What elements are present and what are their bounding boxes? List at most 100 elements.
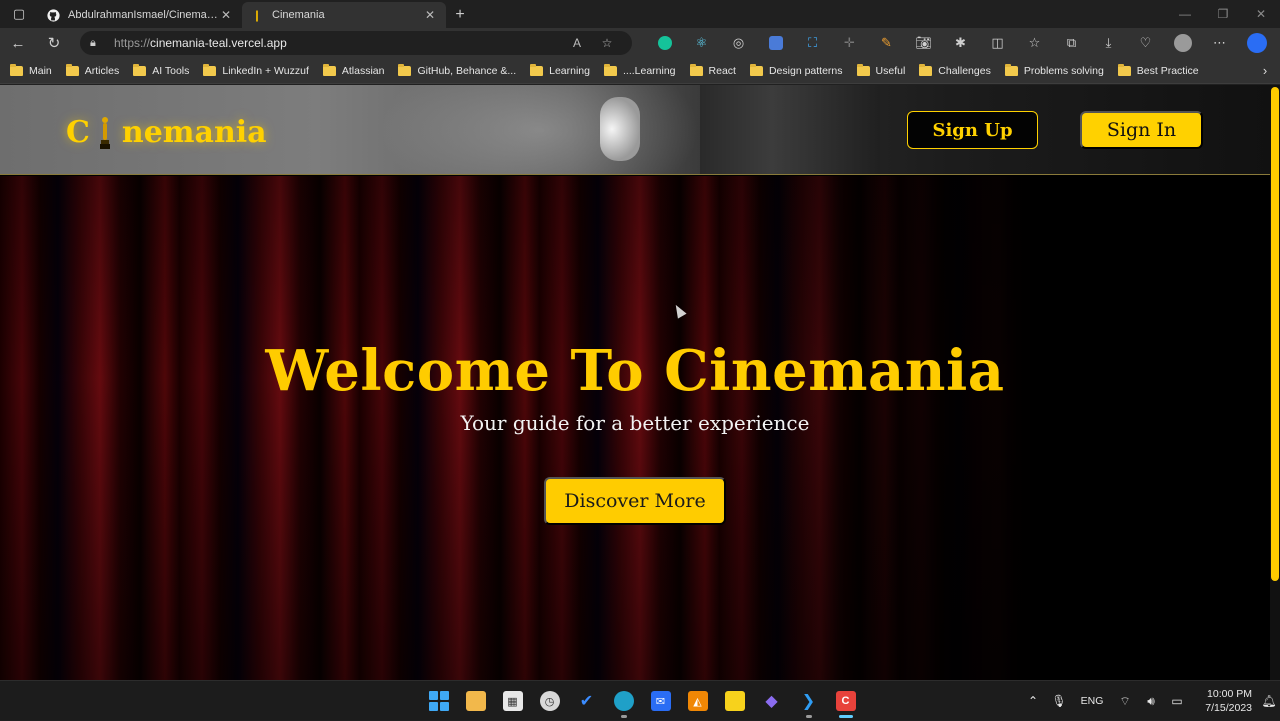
vscode-icon: ❯ — [801, 693, 816, 710]
maximize-icon[interactable]: ❐ — [1204, 0, 1242, 28]
grammarly-extension-icon[interactable] — [646, 28, 683, 58]
discover-more-button[interactable]: Discover More — [544, 477, 726, 525]
bookmark-folder[interactable]: AI Tools — [133, 63, 189, 77]
battery-icon[interactable]: ▭ — [1164, 694, 1190, 708]
color-picker-extension-icon[interactable]: ✎ — [868, 28, 905, 58]
tab-cinemania[interactable]: ❙ Cinemania ✕ — [242, 2, 446, 28]
minimize-icon[interactable]: — — [1166, 0, 1204, 28]
browser-essentials-icon[interactable]: ♡ — [1127, 28, 1164, 58]
header-background-projector — [600, 97, 640, 161]
translate-extension-icon[interactable] — [757, 28, 794, 58]
language-indicator[interactable]: ENG — [1072, 695, 1112, 707]
bookmark-folder[interactable]: Main — [10, 63, 52, 77]
taskbar-clock[interactable]: 10:00 PM 7/15/2023 — [1190, 687, 1252, 715]
taskbar-store[interactable]: ▦ — [494, 681, 531, 721]
profile-avatar[interactable] — [1164, 28, 1201, 58]
tab-title: AbdulrahmanIsmael/Cinemania — [68, 9, 218, 21]
bookmark-folder[interactable]: Articles — [65, 63, 119, 77]
start-button[interactable] — [420, 681, 457, 721]
running-indicator — [805, 715, 812, 718]
sign-up-button[interactable]: Sign Up — [907, 111, 1038, 149]
sign-in-button[interactable]: Sign In — [1080, 111, 1203, 149]
github-icon — [46, 8, 60, 22]
window-controls: — ❐ ✕ — [1166, 0, 1280, 28]
downloads-icon[interactable]: ⤓ — [1090, 28, 1127, 58]
split-screen-icon[interactable]: ◫ — [979, 28, 1016, 58]
site-header: C nemania Sign Up Sign In — [0, 85, 1270, 175]
bing-copilot-icon[interactable] — [1238, 28, 1275, 58]
microphone-icon[interactable]: 🎙︎ — [1046, 694, 1072, 708]
folder-icon — [689, 63, 703, 76]
site-logo[interactable]: C nemania — [66, 115, 267, 150]
close-icon[interactable]: ✕ — [218, 8, 234, 22]
bookmark-folder[interactable]: Atlassian — [322, 63, 384, 77]
taskbar-clock-app[interactable]: ◷ — [531, 681, 568, 721]
folder-icon — [322, 63, 336, 76]
bookmarks-bar: Main Articles AI Tools LinkedIn + Wuzzuf… — [0, 58, 1280, 84]
folder-icon — [603, 63, 617, 76]
more-menu-icon[interactable]: ⋯ — [1201, 28, 1238, 58]
close-window-icon[interactable]: ✕ — [1242, 0, 1280, 28]
tab-github[interactable]: AbdulrahmanIsmael/Cinemania ✕ — [38, 2, 242, 28]
bookmark-folder[interactable]: Best Practice — [1117, 63, 1199, 77]
taskbar-edge[interactable] — [605, 681, 642, 721]
favorite-star-icon[interactable]: ☆ — [592, 36, 622, 50]
chevron-up-icon[interactable]: ⌃ — [1020, 694, 1046, 708]
hero-subtitle: Your guide for a better experience — [460, 411, 810, 435]
taskbar-apps: ▦ ◷ ✔ ✉ ◭ ◆ ❯ C — [420, 681, 864, 721]
folder-icon — [1004, 63, 1018, 76]
taskbar-drawio[interactable]: ◭ — [679, 681, 716, 721]
windows-taskbar: ▦ ◷ ✔ ✉ ◭ ◆ ❯ C ⌃ 🎙︎ ENG ⌔ 🔊︎ ▭ 10:00 PM… — [0, 680, 1280, 720]
sticky-notes-icon — [724, 691, 745, 711]
taskbar-todo[interactable]: ✔ — [568, 681, 605, 721]
scrollbar-thumb[interactable] — [1271, 87, 1279, 581]
back-icon[interactable]: ← — [0, 28, 36, 58]
logo-text-rest: nemania — [121, 115, 267, 150]
target-extension-icon[interactable]: ◎ — [720, 28, 757, 58]
favorites-icon[interactable]: ☆ — [1016, 28, 1053, 58]
taskbar-sticky-notes[interactable] — [716, 681, 753, 721]
bookmark-folder[interactable]: LinkedIn + Wuzzuf — [203, 63, 309, 77]
taskbar-mail[interactable]: ✉ — [642, 681, 679, 721]
tab-title: Cinemania — [272, 9, 325, 21]
screen-recorder-icon: C — [835, 691, 856, 711]
notification-icon[interactable]: 🔔︎ — [1258, 694, 1280, 708]
header-background-panel — [700, 85, 880, 174]
bookmark-folder[interactable]: Design patterns — [749, 63, 843, 77]
refresh-icon[interactable]: ↻ — [36, 28, 72, 58]
taskbar-file-explorer[interactable] — [457, 681, 494, 721]
bookmark-folder[interactable]: Challenges — [919, 63, 991, 77]
chevron-right-icon[interactable]: › — [1250, 63, 1280, 78]
camera-extension-icon[interactable]: 📷︎ — [905, 28, 942, 58]
edge-icon — [613, 691, 634, 711]
bookmark-folder[interactable]: React — [689, 63, 736, 77]
taskbar-vscode[interactable]: ❯ — [790, 681, 827, 721]
browser-toolbar: ← ↻ 🔒︎ https://cinemania-teal.vercel.app… — [0, 28, 1280, 58]
bookmark-folder[interactable]: ....Learning — [603, 63, 676, 77]
bookmark-folder[interactable]: Useful — [856, 63, 905, 77]
ruler-extension-icon[interactable]: ✛ — [831, 28, 868, 58]
volume-icon[interactable]: 🔊︎ — [1138, 694, 1164, 709]
running-indicator — [838, 715, 853, 718]
bookmark-folder[interactable]: GitHub, Behance &... — [398, 63, 516, 77]
extensions-icon[interactable]: ✱ — [942, 28, 979, 58]
address-bar[interactable]: 🔒︎ https://cinemania-teal.vercel.app A ☆ — [80, 31, 632, 55]
url-text[interactable]: https://cinemania-teal.vercel.app — [114, 36, 562, 50]
react-devtools-icon[interactable]: ⚛ — [683, 28, 720, 58]
screenshot-extension-icon[interactable]: ⛶ — [794, 28, 831, 58]
collections-icon[interactable]: ⧉ — [1053, 28, 1090, 58]
wifi-icon[interactable]: ⌔ — [1112, 694, 1138, 709]
close-icon[interactable]: ✕ — [422, 8, 438, 22]
folder-icon — [749, 63, 763, 76]
read-aloud-icon[interactable]: A — [562, 36, 592, 50]
header-background-smoke — [380, 85, 700, 174]
tab-actions-icon[interactable]: ▢ — [0, 0, 38, 28]
taskbar-obsidian[interactable]: ◆ — [753, 681, 790, 721]
taskbar-recorder[interactable]: C — [827, 681, 864, 721]
new-tab-button[interactable]: + — [446, 2, 474, 28]
page-scrollbar[interactable] — [1270, 85, 1280, 680]
oscar-icon — [94, 116, 116, 150]
todo-check-icon: ✔ — [579, 693, 594, 710]
bookmark-folder[interactable]: Learning — [530, 63, 590, 77]
bookmark-folder[interactable]: Problems solving — [1004, 63, 1104, 77]
